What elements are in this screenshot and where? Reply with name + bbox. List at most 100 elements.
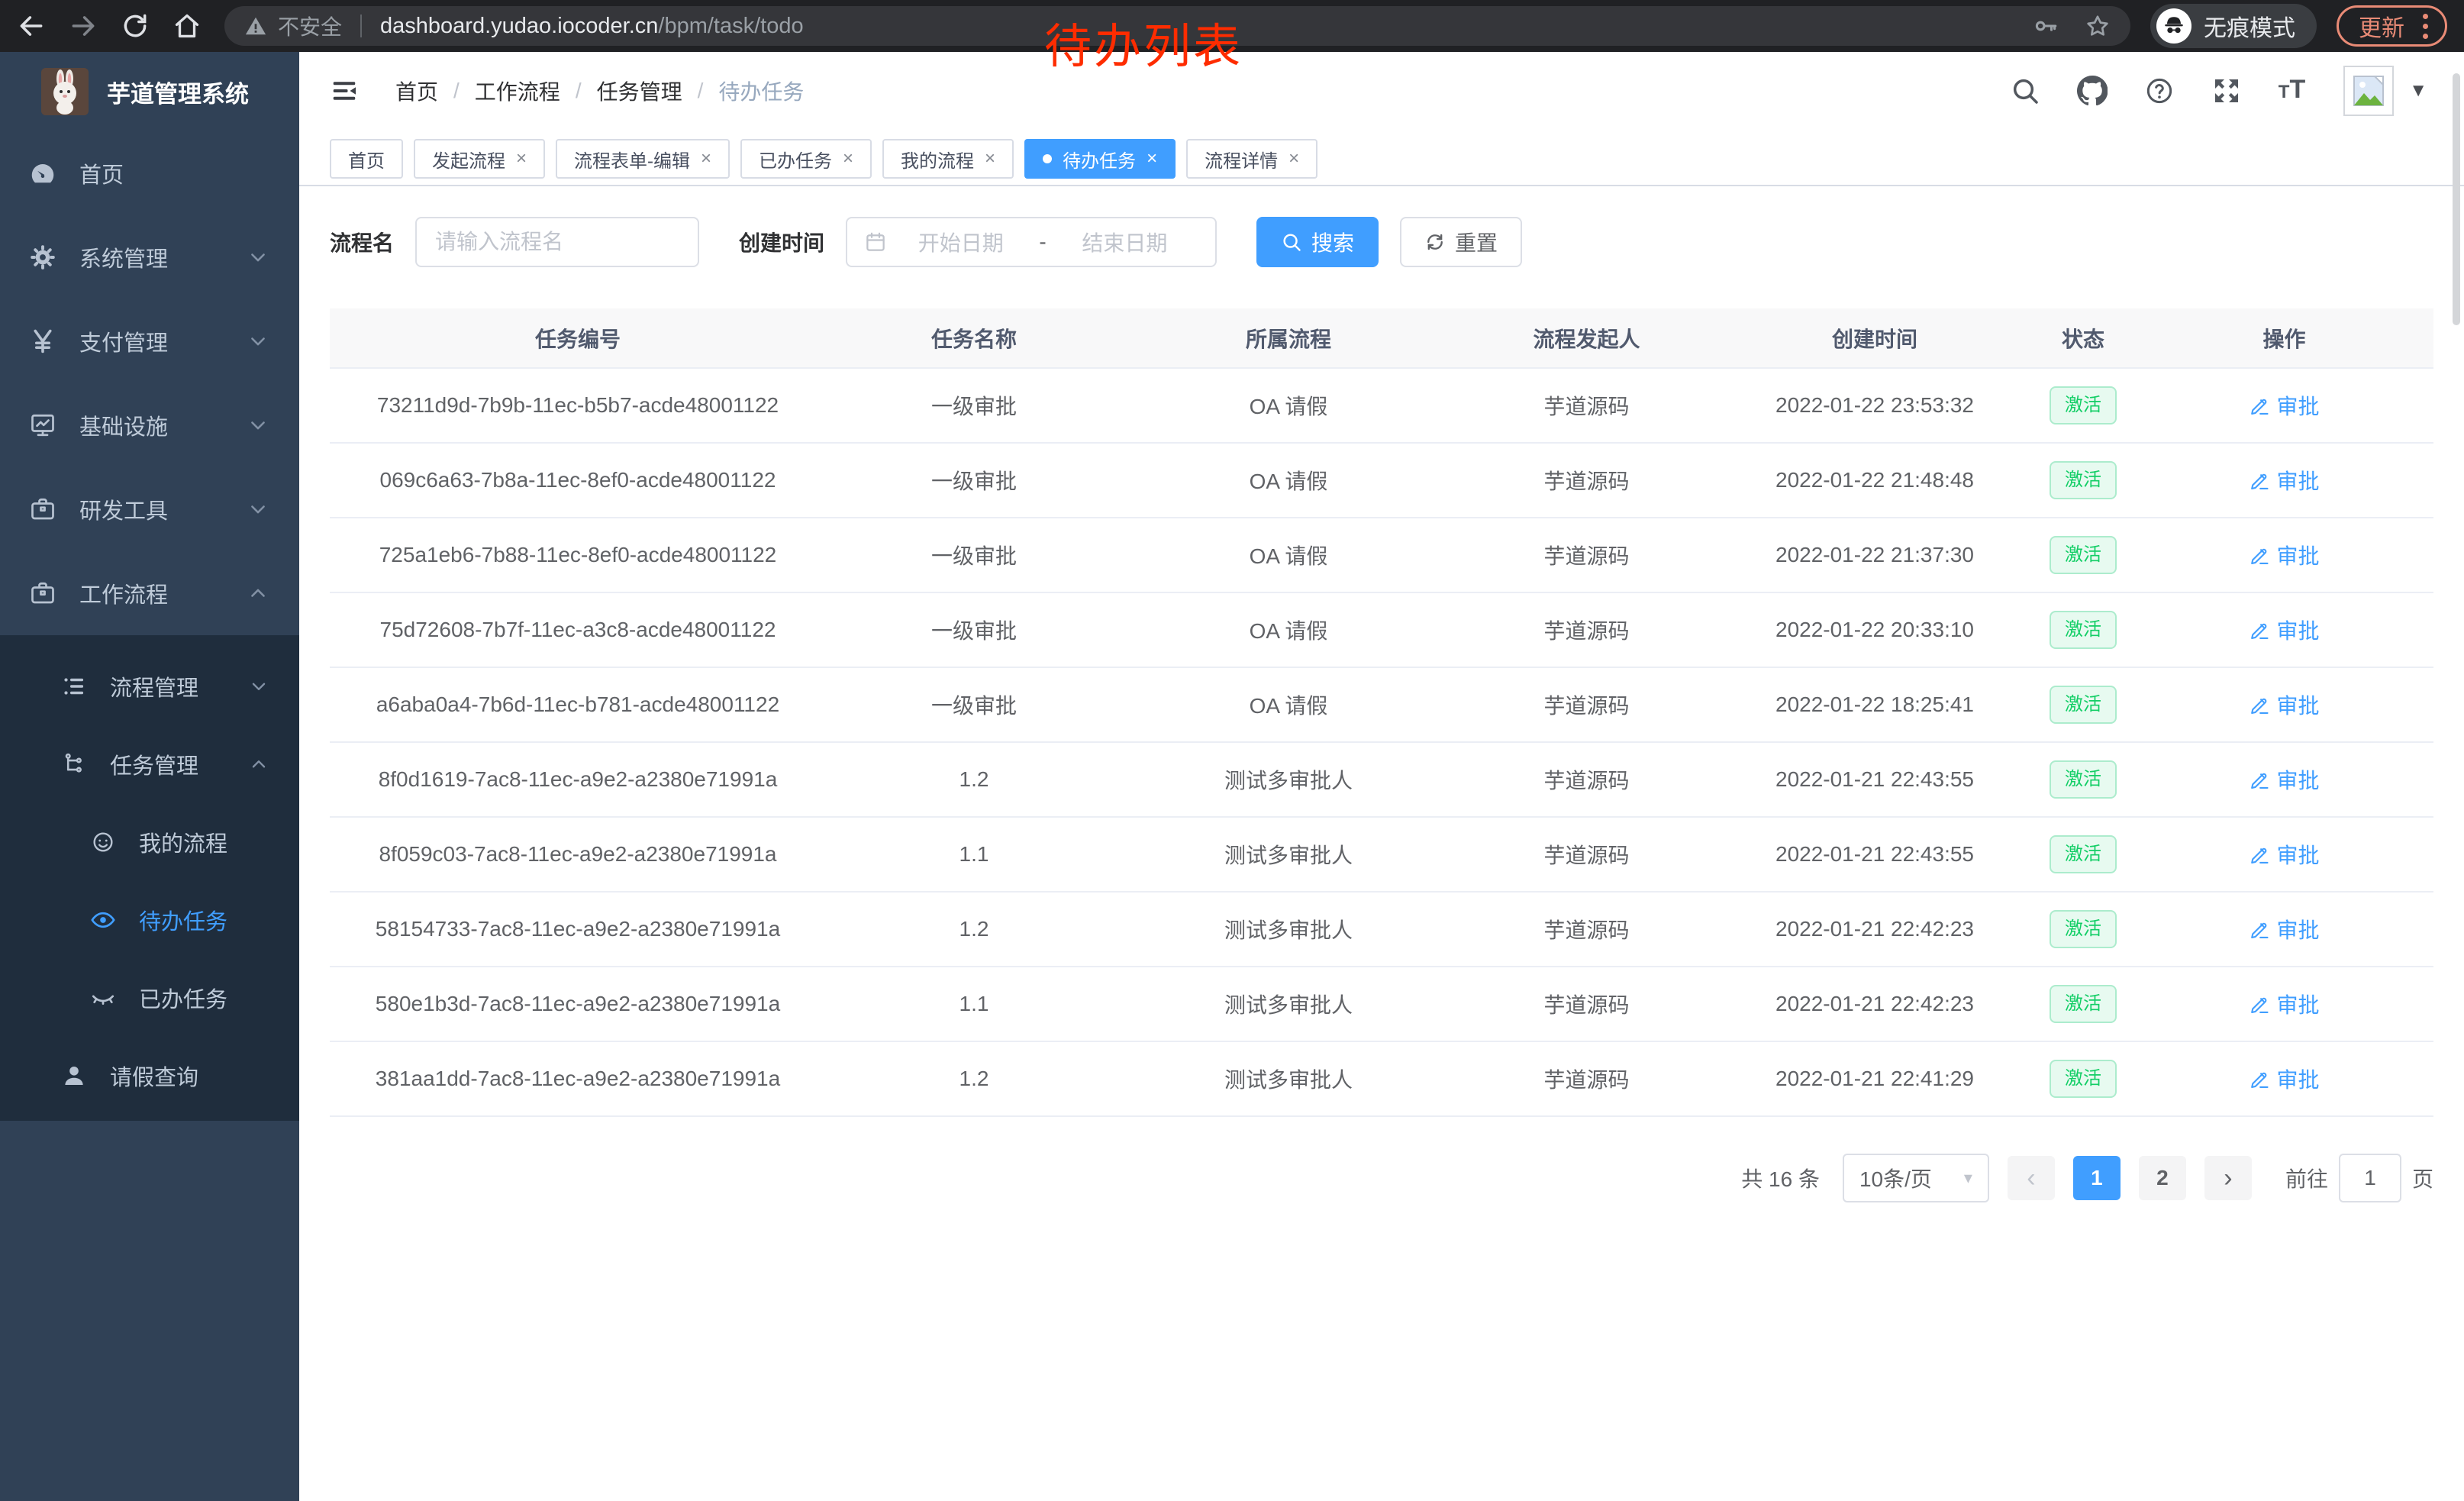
avatar[interactable] [2343,66,2394,116]
tab-start-process[interactable]: 发起流程 × [414,139,545,179]
sidebar-item-dev-tools[interactable]: 研发工具 [0,467,299,551]
password-key-icon[interactable] [2033,13,2059,39]
tab-process-detail[interactable]: 流程详情 × [1186,139,1317,179]
approve-button[interactable]: 审批 [2249,615,2319,645]
sidebar-item-leave-query[interactable]: 请假查询 [0,1037,299,1115]
chevron-up-icon [247,583,269,604]
breadcrumb-home[interactable]: 首页 [395,76,438,106]
prev-page-button[interactable]: ‹ [2008,1156,2055,1200]
breadcrumb-workflow[interactable]: 工作流程 [475,76,560,106]
status-badge: 激活 [2050,386,2117,424]
breadcrumb: 首页 / 工作流程 / 任务管理 / 待办任务 [395,76,804,106]
search-icon[interactable] [2010,76,2040,106]
bookmark-star-icon[interactable] [2085,13,2111,39]
app-logo-row[interactable]: 芋道管理系统 [0,52,299,131]
approve-button[interactable]: 审批 [2249,540,2319,570]
page-button-2[interactable]: 2 [2139,1156,2186,1200]
tab-close-icon[interactable]: × [985,148,995,169]
chevron-down-icon [247,247,269,268]
approve-label: 审批 [2276,390,2319,421]
sidebar-item-process-management[interactable]: 流程管理 [0,647,299,725]
user-menu-caret-icon[interactable]: ▼ [2409,80,2427,102]
sidebar-item-done-tasks[interactable]: 已办任务 [0,959,299,1037]
approve-button[interactable]: 审批 [2249,465,2319,495]
tree-icon [61,751,87,777]
list-icon [61,673,87,699]
sidebar-item-home[interactable]: 首页 [0,131,299,215]
edit-icon [2249,694,2270,715]
tab-close-icon[interactable]: × [701,148,711,169]
tab-my-process[interactable]: 我的流程 × [882,139,1014,179]
browser-menu-icon[interactable] [2418,14,2433,39]
tab-close-icon[interactable]: × [843,148,853,169]
next-page-button[interactable]: › [2204,1156,2252,1200]
reload-icon[interactable] [121,11,150,40]
tab-process-form-edit[interactable]: 流程表单-编辑 × [556,139,730,179]
table-row: a6aba0a4-7b6d-11ec-b781-acde48001122 一级审… [330,667,2433,742]
page-size-select[interactable]: 10条/页 ▾ [1843,1154,1989,1202]
collapse-sidebar-icon[interactable] [328,77,360,105]
approve-button[interactable]: 审批 [2249,989,2319,1019]
start-date-placeholder[interactable]: 开始日期 [887,227,1034,257]
tab-label: 发起流程 [432,146,505,173]
tab-home[interactable]: 首页 [330,139,403,179]
approve-button[interactable]: 审批 [2249,390,2319,421]
tab-todo-tasks[interactable]: 待办任务 × [1024,139,1176,179]
date-range-picker[interactable]: 开始日期 - 结束日期 [846,217,1217,267]
edit-icon [2249,769,2270,790]
cell-actions: 审批 [2135,817,2433,892]
sidebar-item-todo-tasks[interactable]: 待办任务 [0,881,299,959]
browser-update-button[interactable]: 更新 [2337,5,2447,47]
sidebar-item-system[interactable]: 系统管理 [0,215,299,299]
goto-page-input[interactable] [2339,1154,2401,1202]
sidebar-item-workflow[interactable]: 工作流程 [0,551,299,635]
tab-label: 已办任务 [759,146,832,173]
approve-button[interactable]: 审批 [2249,914,2319,944]
github-icon[interactable] [2077,76,2108,106]
page-scrollbar[interactable] [2453,73,2460,325]
sidebar-item-my-process[interactable]: 我的流程 [0,803,299,881]
reset-button[interactable]: 重置 [1400,217,1522,267]
search-button-label: 搜索 [1311,227,1354,257]
tab-close-icon[interactable]: × [1147,148,1157,169]
security-label[interactable]: 不安全 [278,11,342,41]
cell-status: 激活 [2031,518,2135,592]
approve-button[interactable]: 审批 [2249,839,2319,870]
search-button[interactable]: 搜索 [1256,217,1379,267]
approve-button[interactable]: 审批 [2249,689,2319,720]
process-name-input[interactable] [415,217,699,267]
fullscreen-icon[interactable] [2211,76,2242,106]
date-separator: - [1034,230,1050,254]
home-icon[interactable] [173,11,202,40]
sidebar-item-task-management[interactable]: 任务管理 [0,725,299,803]
table-row: 73211d9d-7b9b-11ec-b5b7-acde48001122 一级审… [330,368,2433,443]
help-icon[interactable] [2144,76,2175,106]
approve-button[interactable]: 审批 [2249,764,2319,795]
app-title: 芋道管理系统 [107,75,249,109]
tab-close-icon[interactable]: × [1288,148,1299,169]
tab-close-icon[interactable]: × [516,148,527,169]
end-date-placeholder[interactable]: 结束日期 [1051,227,1198,257]
breadcrumb-task-management[interactable]: 任务管理 [597,76,682,106]
cell-task-name: 1.2 [826,892,1122,967]
tab-done-tasks[interactable]: 已办任务 × [740,139,872,179]
page-url[interactable]: dashboard.yudao.iocoder.cn/bpm/task/todo [380,14,804,39]
cell-task-id: 381aa1dd-7ac8-11ec-a9e2-a2380e71991a [330,1041,826,1116]
cell-create-time: 2022-01-22 18:25:41 [1718,667,2031,742]
page-button-1[interactable]: 1 [2073,1156,2121,1200]
edit-icon [2249,844,2270,865]
sidebar-item-payment[interactable]: 支付管理 [0,299,299,383]
incognito-badge: 无痕模式 [2150,4,2317,48]
back-icon[interactable] [17,11,46,40]
font-size-icon[interactable]: TT [2279,74,2305,108]
page-size-value: 10条/页 [1859,1163,1932,1193]
approve-button[interactable]: 审批 [2249,1064,2319,1094]
cell-task-name: 一级审批 [826,592,1122,667]
edit-icon [2249,544,2270,566]
column-starter: 流程发起人 [1455,308,1718,368]
update-label[interactable]: 更新 [2359,9,2404,43]
sidebar-item-infrastructure[interactable]: 基础设施 [0,383,299,467]
forward-icon[interactable] [69,11,98,40]
cell-status: 激活 [2031,368,2135,443]
task-table-body: 73211d9d-7b9b-11ec-b5b7-acde48001122 一级审… [330,368,2433,1116]
